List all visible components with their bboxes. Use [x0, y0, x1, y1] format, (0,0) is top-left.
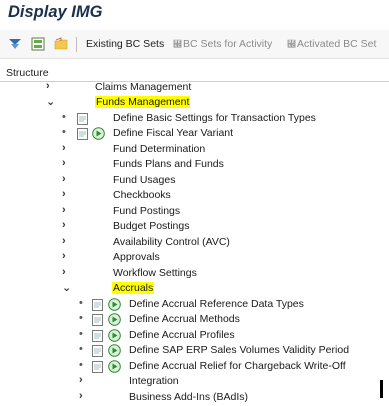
tree-node-accrual-relief[interactable]: • Define Accrual Relief for Chargeback W…	[0, 359, 389, 375]
page-title: Display IMG	[8, 3, 103, 21]
tree-node-label: Integration	[129, 375, 179, 387]
chevron-right-icon[interactable]: ›	[62, 235, 66, 247]
chevron-down-icon[interactable]: ⌄	[62, 281, 71, 294]
tree-node-budget-postings[interactable]: › Budget Postings	[0, 219, 389, 235]
bullet-icon: •	[79, 328, 83, 340]
expand-all-icon[interactable]	[8, 37, 22, 51]
tree-node-label: Business Add-Ins (BAdIs)	[129, 391, 249, 403]
title-bar: Display IMG	[0, 0, 389, 30]
chevron-right-icon[interactable]: ›	[62, 219, 66, 231]
execute-activity-icon[interactable]	[108, 313, 121, 326]
tree-node-label: Accruals	[112, 282, 155, 294]
tree-node-label: Funds Plans and Funds	[113, 158, 224, 170]
chevron-down-icon[interactable]: ⌄	[46, 95, 55, 108]
documentation-icon[interactable]	[92, 314, 103, 326]
bc-sets-for-activity-button[interactable]: ⹬BC Sets for Activity	[173, 38, 272, 50]
tree-node-label: Workflow Settings	[113, 267, 197, 279]
toolbar: Existing BC Sets ⹬BC Sets for Activity ⹬…	[0, 30, 389, 59]
tree-node-label: Availability Control (AVC)	[113, 236, 230, 248]
toolbar-separator	[76, 37, 77, 52]
chevron-right-icon[interactable]: ›	[62, 250, 66, 262]
documentation-icon[interactable]	[92, 299, 103, 311]
chevron-right-icon[interactable]: ›	[62, 204, 66, 216]
chevron-right-icon[interactable]: ›	[62, 157, 66, 169]
tree-node-sap-erp-sales-volumes[interactable]: • Define SAP ERP Sales Volumes Validity …	[0, 343, 389, 359]
tree-node-basic-settings[interactable]: • Define Basic Settings for Transaction …	[0, 111, 389, 127]
existing-bc-sets-button[interactable]: Existing BC Sets	[86, 38, 164, 50]
chevron-right-icon[interactable]: ›	[62, 173, 66, 185]
chevron-right-icon[interactable]: ›	[62, 266, 66, 278]
tree-node-fund-postings[interactable]: › Fund Postings	[0, 204, 389, 220]
chevron-right-icon[interactable]: ›	[79, 374, 83, 386]
tree-node-label: Checkbooks	[113, 189, 171, 201]
text-cursor	[380, 380, 383, 398]
tree-node-label: Define Accrual Reference Data Types	[129, 298, 304, 310]
documentation-icon[interactable]	[77, 128, 88, 140]
tree-node-label: Fund Usages	[113, 174, 176, 186]
execute-activity-icon[interactable]	[108, 298, 121, 311]
tree-node-label: Define Accrual Profiles	[129, 329, 235, 341]
tree-node-label: Fund Determination	[113, 143, 206, 155]
bullet-icon: •	[79, 312, 83, 324]
bullet-icon: •	[62, 126, 66, 138]
tree-node-label: Funds Management	[95, 96, 191, 108]
documentation-icon[interactable]	[77, 113, 88, 125]
tree-node-funds-plans[interactable]: › Funds Plans and Funds	[0, 157, 389, 173]
execute-activity-icon[interactable]	[92, 127, 105, 140]
tree-node-label: Budget Postings	[113, 220, 190, 232]
tree-node-label: Fund Postings	[113, 205, 181, 217]
documentation-icon[interactable]	[92, 330, 103, 342]
tree-node-label: Define Accrual Methods	[129, 313, 240, 325]
tree-node-label: Claims Management	[95, 81, 192, 93]
structure-label: Structure	[6, 67, 49, 79]
tree-node-workflow-settings[interactable]: › Workflow Settings	[0, 266, 389, 282]
bullet-icon: •	[62, 111, 66, 123]
tree-node-label: Approvals	[113, 251, 160, 263]
tree-node-label: Define Accrual Relief for Chargeback Wri…	[129, 360, 346, 372]
tree-node-availability-control[interactable]: › Availability Control (AVC)	[0, 235, 389, 251]
chevron-right-icon[interactable]: ›	[46, 80, 50, 92]
tree-node-accrual-methods[interactable]: • Define Accrual Methods	[0, 312, 389, 328]
tree-node-label: Define Fiscal Year Variant	[113, 127, 234, 139]
chevron-right-icon[interactable]: ›	[79, 390, 83, 402]
bc-set-icon: ⹬	[287, 39, 296, 49]
collapse-all-icon[interactable]	[31, 37, 45, 51]
bullet-icon: •	[79, 297, 83, 309]
documentation-icon[interactable]	[92, 345, 103, 357]
tree-node-accrual-profiles[interactable]: • Define Accrual Profiles	[0, 328, 389, 344]
folder-icon[interactable]	[54, 37, 68, 51]
tree-node-label: Define SAP ERP Sales Volumes Validity Pe…	[129, 344, 350, 356]
tree-node-integration[interactable]: › Integration	[0, 374, 389, 390]
tree-node-accrual-reference-data[interactable]: • Define Accrual Reference Data Types	[0, 297, 389, 313]
execute-activity-icon[interactable]	[108, 360, 121, 373]
tree-node-approvals[interactable]: › Approvals	[0, 250, 389, 266]
tree-node-funds-management[interactable]: ⌄ Funds Management	[0, 95, 389, 111]
documentation-icon[interactable]	[92, 361, 103, 373]
activated-bc-sets-button[interactable]: ⹬Activated BC Set	[287, 38, 376, 50]
tree-node-fund-determination[interactable]: › Fund Determination	[0, 142, 389, 158]
tree-node-business-addins[interactable]: › Business Add-Ins (BAdIs)	[0, 390, 389, 406]
execute-activity-icon[interactable]	[108, 329, 121, 342]
tree-node-checkbooks[interactable]: › Checkbooks	[0, 188, 389, 204]
tree-node-claims-management[interactable]: › Claims Management	[0, 80, 389, 96]
tree-node-label: Define Basic Settings for Transaction Ty…	[113, 112, 316, 124]
bc-set-icon: ⹬	[173, 39, 182, 49]
tree-node-fiscal-year-variant[interactable]: • Define Fiscal Year Variant	[0, 126, 389, 142]
execute-activity-icon[interactable]	[108, 344, 121, 357]
chevron-right-icon[interactable]: ›	[62, 142, 66, 154]
bullet-icon: •	[79, 359, 83, 371]
tree-node-fund-usages[interactable]: › Fund Usages	[0, 173, 389, 189]
bullet-icon: •	[79, 343, 83, 355]
tree-node-accruals[interactable]: ⌄ Accruals	[0, 281, 389, 297]
chevron-right-icon[interactable]: ›	[62, 188, 66, 200]
